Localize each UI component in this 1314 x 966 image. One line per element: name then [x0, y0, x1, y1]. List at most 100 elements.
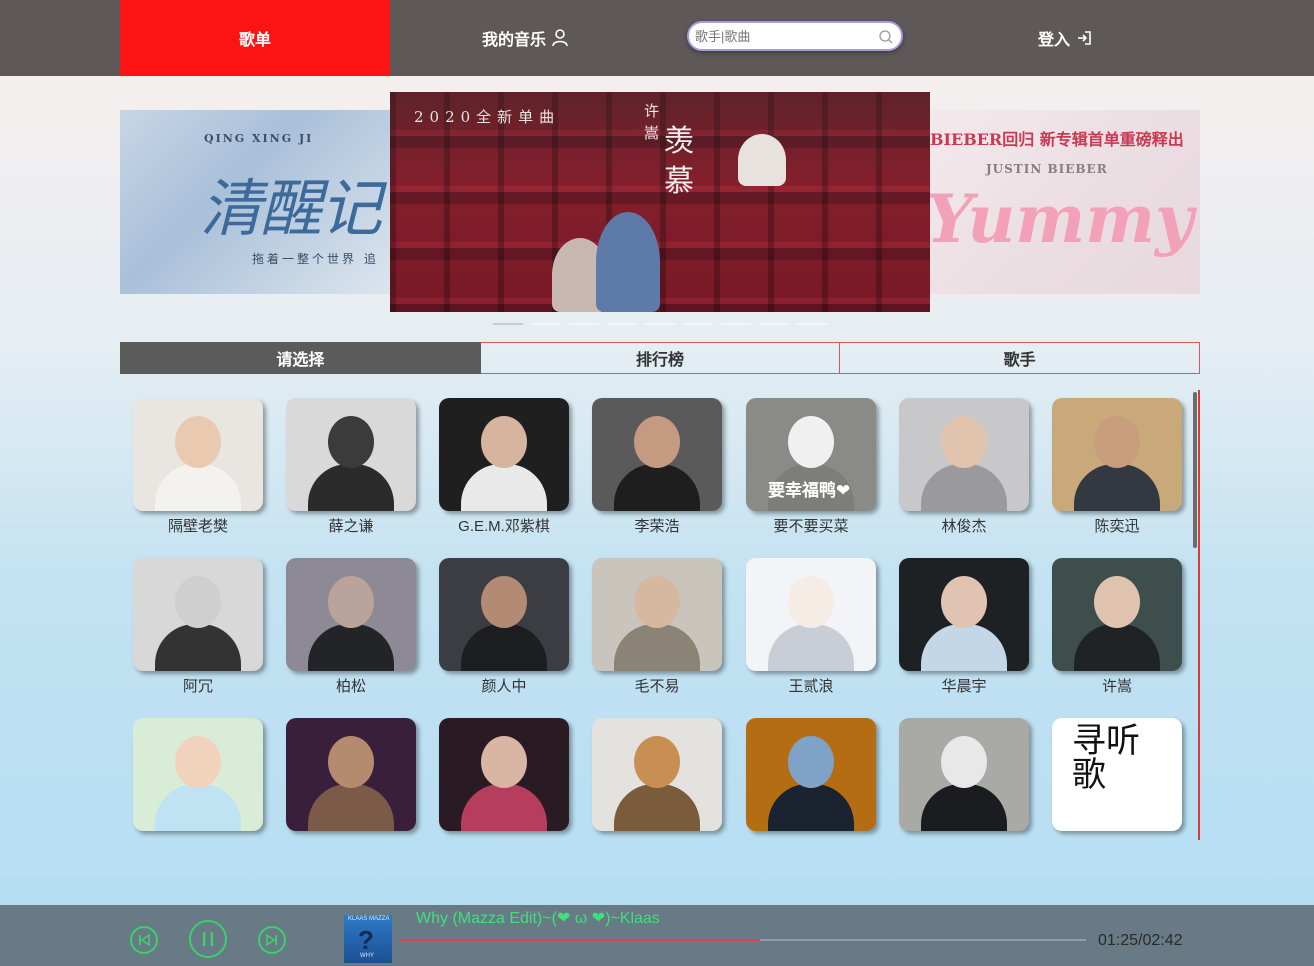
artist-silhouette-head [328, 576, 374, 628]
artist-card[interactable]: 陈奕迅 [1052, 398, 1182, 537]
carousel-dot[interactable] [569, 323, 599, 325]
carousel-dot[interactable] [607, 323, 637, 325]
artist-name[interactable]: 薛之谦 [286, 517, 416, 537]
artist-photo[interactable]: 寻听歌 [1052, 718, 1182, 831]
banner-person-3 [738, 134, 786, 186]
carousel-dot[interactable] [797, 323, 827, 325]
artist-photo[interactable] [439, 718, 569, 831]
next-button[interactable] [258, 926, 286, 954]
artist-card[interactable]: 王贰浪 [746, 558, 876, 697]
artist-card[interactable] [286, 718, 416, 840]
carousel-dot[interactable] [759, 323, 789, 325]
artist-card[interactable]: 隔壁老樊 [133, 398, 263, 537]
artist-name[interactable] [592, 837, 722, 840]
nav-my-music[interactable]: 我的音乐 [390, 0, 660, 76]
artist-photo[interactable] [286, 398, 416, 511]
carousel-slide-center[interactable]: 2020全新单曲 许嵩 羡慕 [390, 92, 930, 312]
artist-photo[interactable] [1052, 558, 1182, 671]
nav-login[interactable]: 登入 [930, 0, 1200, 76]
artist-name[interactable]: 颜人中 [439, 677, 569, 697]
artist-card[interactable] [439, 718, 569, 840]
artist-photo[interactable] [592, 558, 722, 671]
artist-photo[interactable]: 要幸福鸭❤ [746, 398, 876, 511]
artist-name[interactable]: 阿冗 [133, 677, 263, 697]
artist-photo[interactable] [746, 718, 876, 831]
artist-photo[interactable] [899, 558, 1029, 671]
artist-silhouette-body [614, 624, 700, 671]
artist-card[interactable]: 寻听歌 [1052, 718, 1182, 840]
carousel-dot[interactable] [645, 323, 675, 325]
artist-name[interactable]: 华晨宇 [899, 677, 1029, 697]
carousel-dot[interactable] [683, 323, 713, 325]
tab-singers[interactable]: 歌手 [840, 342, 1201, 374]
artist-photo[interactable] [286, 558, 416, 671]
artist-photo[interactable] [439, 558, 569, 671]
artist-card[interactable]: 颜人中 [439, 558, 569, 697]
artist-card[interactable]: 要幸福鸭❤ 要不要买菜 [746, 398, 876, 537]
artist-card[interactable]: 李荣浩 [592, 398, 722, 537]
grid-scrollbar[interactable] [1193, 392, 1197, 548]
artist-name[interactable]: 柏松 [286, 677, 416, 697]
artist-photo[interactable] [899, 718, 1029, 831]
artist-photo[interactable] [746, 558, 876, 671]
play-pause-button[interactable] [189, 920, 227, 958]
artist-photo[interactable] [592, 398, 722, 511]
artist-card[interactable] [899, 718, 1029, 840]
artist-card[interactable]: 薛之谦 [286, 398, 416, 537]
artist-name[interactable] [286, 837, 416, 840]
artist-name[interactable]: 陈奕迅 [1052, 517, 1182, 537]
artist-name[interactable]: G.E.M.邓紫棋 [439, 517, 569, 537]
artist-card[interactable]: 林俊杰 [899, 398, 1029, 537]
carousel-dot[interactable] [531, 323, 561, 325]
artist-photo[interactable] [592, 718, 722, 831]
artist-name[interactable]: 隔壁老樊 [133, 517, 263, 537]
progress-bar[interactable] [400, 939, 1086, 941]
artist-photo[interactable] [133, 718, 263, 831]
artist-name[interactable]: 要不要买菜 [746, 517, 876, 537]
artist-grid[interactable]: 隔壁老樊 薛之谦 G.E.M.邓紫棋 李荣浩 要幸福鸭❤ 要不要买菜 林俊杰 陈奕迅阿冗 柏松 颜… [120, 390, 1200, 840]
artist-name[interactable]: 王贰浪 [746, 677, 876, 697]
tab-ranking[interactable]: 排行榜 [480, 342, 841, 374]
previous-button[interactable] [130, 926, 158, 954]
artist-name[interactable] [133, 837, 263, 840]
artist-card[interactable] [133, 718, 263, 840]
search-icon[interactable] [879, 30, 893, 44]
carousel-slide-left[interactable]: QING XING JI 清醒记 拖着一整个世界 追 [120, 110, 390, 294]
carousel-dot[interactable] [493, 323, 523, 325]
album-cover-mark: ? [358, 925, 374, 955]
banner-person-2 [596, 212, 660, 312]
artist-photo[interactable] [133, 558, 263, 671]
search-input[interactable] [689, 24, 869, 48]
artist-name[interactable]: 林俊杰 [899, 517, 1029, 537]
banner-left-subtitle: QING XING JI [204, 132, 314, 145]
artist-name[interactable]: 许嵩 [1052, 677, 1182, 697]
artist-name[interactable] [1052, 837, 1182, 840]
artist-name[interactable]: 毛不易 [592, 677, 722, 697]
album-cover-label-2: WHY [360, 953, 374, 959]
tab-select[interactable]: 请选择 [120, 342, 481, 374]
artist-card[interactable]: 许嵩 [1052, 558, 1182, 697]
artist-card[interactable]: 阿冗 [133, 558, 263, 697]
artist-name[interactable]: 李荣浩 [592, 517, 722, 537]
artist-card[interactable] [592, 718, 722, 840]
artist-card[interactable]: 毛不易 [592, 558, 722, 697]
carousel-slide-right[interactable]: BIEBER回归 新专辑首单重磅释出 JUSTIN BIEBER Yummy [930, 110, 1200, 294]
artist-photo[interactable] [286, 718, 416, 831]
album-cover[interactable]: KLAAS MAZZA ? WHY [344, 915, 392, 963]
artist-calligraphy: 寻听歌 [1072, 721, 1140, 795]
artist-photo[interactable] [1052, 398, 1182, 511]
artist-name[interactable] [746, 837, 876, 840]
artist-photo[interactable] [133, 398, 263, 511]
artist-card[interactable]: G.E.M.邓紫棋 [439, 398, 569, 537]
artist-name[interactable] [899, 837, 1029, 840]
artist-name[interactable] [439, 837, 569, 840]
artist-card[interactable] [746, 718, 876, 840]
nav-my-music-label: 我的音乐 [481, 32, 546, 49]
nav-songlist[interactable]: 歌单 [120, 0, 390, 76]
carousel-dot[interactable] [721, 323, 751, 325]
artist-card[interactable]: 柏松 [286, 558, 416, 697]
artist-photo[interactable] [899, 398, 1029, 511]
artist-card[interactable]: 华晨宇 [899, 558, 1029, 697]
progress-fill [400, 939, 761, 941]
artist-photo[interactable] [439, 398, 569, 511]
